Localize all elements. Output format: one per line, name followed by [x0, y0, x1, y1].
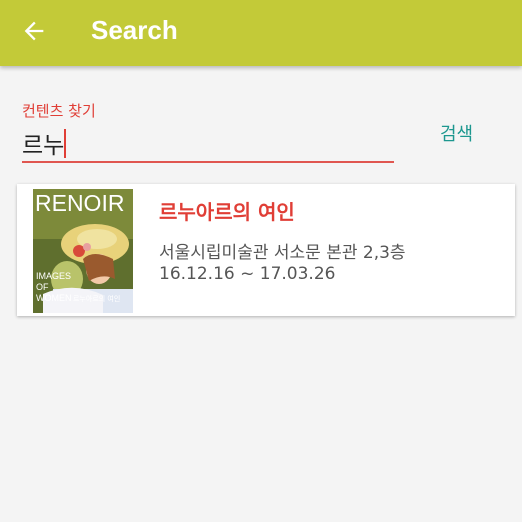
app-bar: Search	[0, 0, 522, 66]
search-button[interactable]: 검색	[440, 120, 473, 146]
poster-line-3: WOMEN	[36, 293, 72, 303]
text-caret	[64, 129, 66, 158]
result-card[interactable]: RENOIR IMAGES OF WOMEN 르누아르의 여인 르누아르의 여인…	[17, 184, 515, 316]
search-input[interactable]	[22, 125, 394, 163]
result-location: 서울시립미술관 서소문 본관 2,3층	[159, 243, 406, 263]
result-dates: 16.12.16 ~ 17.03.26	[159, 264, 336, 284]
poster-line-2: OF	[36, 282, 49, 292]
poster-line-1: IMAGES	[36, 271, 71, 281]
exhibition-poster: RENOIR IMAGES OF WOMEN 르누아르의 여인	[33, 189, 133, 313]
poster-korean-title: 르누아르의 여인	[73, 294, 120, 303]
poster-heading: RENOIR	[35, 190, 124, 216]
arrow-back-icon[interactable]	[20, 17, 48, 45]
search-field-label: 컨텐츠 찾기	[22, 102, 96, 120]
page-title: Search	[91, 15, 178, 45]
result-title: 르누아르의 여인	[159, 200, 295, 224]
